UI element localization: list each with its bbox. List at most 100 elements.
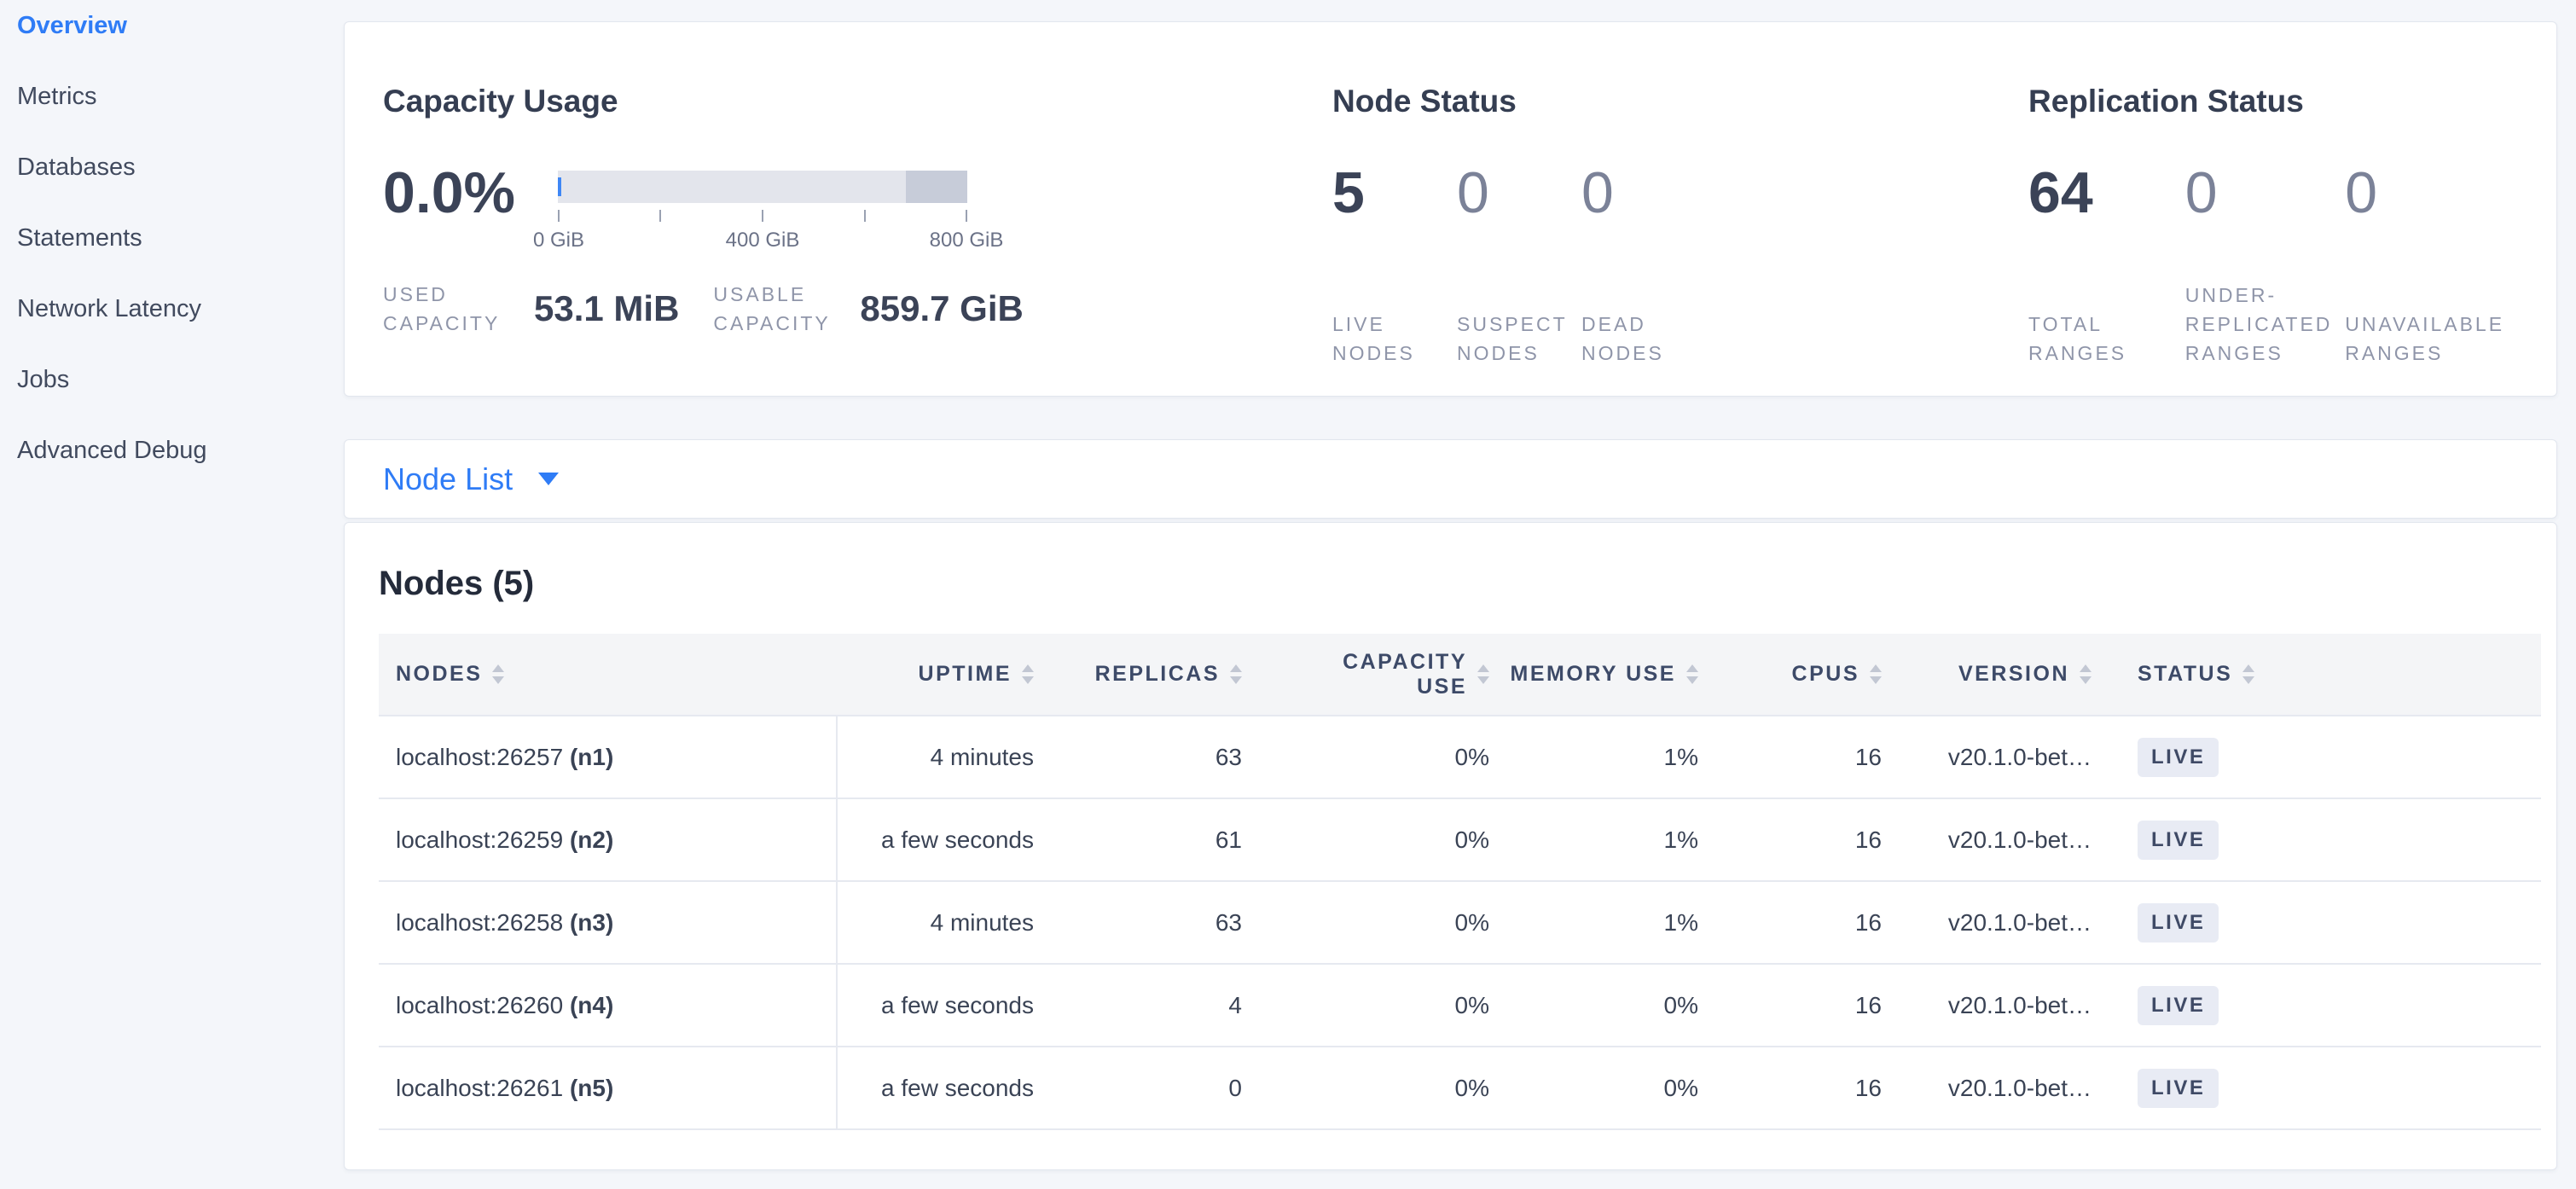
used-capacity-label: USED CAPACITY (383, 280, 515, 338)
column-header-nodes[interactable]: NODES (379, 634, 837, 716)
sidebar-item-network-latency[interactable]: Network Latency (17, 295, 341, 366)
status-badge: LIVE (2138, 903, 2219, 942)
node-memory-use: 0% (1498, 1047, 1707, 1129)
node-capacity-use: 0% (1250, 798, 1498, 881)
sidebar: Overview Metrics Databases Statements Ne… (0, 0, 341, 508)
capacity-bar-chart: 0 GiB 400 GiB 800 GiB (558, 171, 967, 203)
node-replicas: 61 (1046, 798, 1250, 881)
capacity-usage-title: Capacity Usage (383, 82, 1330, 121)
suspect-nodes-label: SUSPECT NODES (1457, 310, 1576, 368)
node-cpus: 16 (1707, 1047, 1890, 1129)
dead-nodes-value: 0 (1581, 159, 1752, 227)
under-replicated-ranges-label: UNDER-REPLICATED RANGES (2185, 281, 2346, 368)
node-version: v20.1.0-bet… (1890, 964, 2103, 1047)
node-cpus: 16 (1707, 716, 1890, 798)
status-badge: LIVE (2138, 821, 2219, 860)
capacity-usage-section: Capacity Usage 0.0% 0 GiB 400 GiB 800 Gi… (383, 22, 1330, 338)
sort-icon (1230, 664, 1242, 684)
capacity-bar-dark-segment (906, 171, 967, 203)
axis-label-0: 0 GiB (533, 229, 584, 252)
node-replicas: 0 (1046, 1047, 1250, 1129)
table-row-node-1[interactable]: localhost:26257 (n1) 4 minutes 63 0% 1% … (379, 716, 2541, 798)
column-header-replicas[interactable]: REPLICAS (1046, 634, 1250, 716)
node-list-dropdown[interactable]: Node List (383, 461, 559, 497)
node-id: (n2) (570, 826, 613, 853)
node-version: v20.1.0-bet… (1890, 881, 2103, 964)
table-row-node-3[interactable]: localhost:26258 (n3) 4 minutes 63 0% 1% … (379, 881, 2541, 964)
node-address: localhost:26257 (396, 744, 570, 770)
capacity-used-percent: 0.0% (383, 159, 515, 227)
column-header-uptime[interactable]: UPTIME (837, 634, 1046, 716)
sort-icon (1870, 664, 1882, 684)
column-header-cpus[interactable]: CPUS (1707, 634, 1890, 716)
usable-capacity-value: 859.7 GiB (860, 288, 1023, 329)
node-capacity-use: 0% (1250, 716, 1498, 798)
live-nodes-value: 5 (1332, 159, 1457, 227)
table-row-node-2[interactable]: localhost:26259 (n2) a few seconds 61 0%… (379, 798, 2541, 881)
sort-icon (2242, 664, 2254, 684)
total-ranges-label: TOTAL RANGES (2028, 310, 2156, 368)
sidebar-item-advanced-debug[interactable]: Advanced Debug (17, 437, 341, 508)
sort-icon (1686, 664, 1698, 684)
cluster-summary-card: Capacity Usage 0.0% 0 GiB 400 GiB 800 Gi… (344, 21, 2557, 397)
axis-label-800: 800 GiB (930, 229, 1004, 252)
live-nodes-label: LIVE NODES (1332, 310, 1457, 368)
unavailable-ranges-label: UNAVAILABLE RANGES (2345, 310, 2532, 368)
table-row-node-5[interactable]: localhost:26261 (n5) a few seconds 0 0% … (379, 1047, 2541, 1129)
axis-tick (558, 210, 560, 222)
node-status-title: Node Status (1332, 82, 2015, 121)
node-list-dropdown-label: Node List (383, 461, 513, 497)
view-selector-card: Node List (344, 439, 2557, 519)
column-header-memory-use[interactable]: MEMORY USE (1498, 634, 1707, 716)
under-replicated-ranges-metric: 0 UNDER-REPLICATED RANGES (2185, 159, 2346, 368)
axis-tick (966, 210, 967, 222)
nodes-table-heading: Nodes (5) (379, 562, 2538, 605)
column-header-capacity-use[interactable]: CAPACITY USE (1250, 634, 1498, 716)
node-memory-use: 1% (1498, 716, 1707, 798)
node-replicas: 4 (1046, 964, 1250, 1047)
node-version: v20.1.0-bet… (1890, 716, 2103, 798)
under-replicated-ranges-value: 0 (2185, 159, 2346, 227)
usable-capacity-label: USABLE CAPACITY (713, 280, 841, 338)
nodes-table-card: Nodes (5) NODES UPTIME REPLIC (344, 522, 2557, 1170)
unavailable-ranges-metric: 0 UNAVAILABLE RANGES (2345, 159, 2557, 368)
capacity-bar-used-marker (558, 177, 561, 196)
node-cpus: 16 (1707, 798, 1890, 881)
node-version: v20.1.0-bet… (1890, 798, 2103, 881)
chevron-down-icon (538, 473, 559, 485)
sort-icon (1022, 664, 1034, 684)
unavailable-ranges-value: 0 (2345, 159, 2557, 227)
sidebar-item-metrics[interactable]: Metrics (17, 83, 341, 154)
column-header-status[interactable]: STATUS (2103, 634, 2541, 716)
dead-nodes-metric: 0 DEAD NODES (1581, 159, 1752, 368)
node-replicas: 63 (1046, 881, 1250, 964)
node-replicas: 63 (1046, 716, 1250, 798)
used-capacity-value: 53.1 MiB (534, 288, 679, 329)
used-capacity-stat: USED CAPACITY 53.1 MiB (383, 280, 679, 338)
node-id: (n1) (570, 744, 613, 770)
total-ranges-metric: 64 TOTAL RANGES (2028, 159, 2185, 368)
node-cpus: 16 (1707, 964, 1890, 1047)
table-row-node-4[interactable]: localhost:26260 (n4) a few seconds 4 0% … (379, 964, 2541, 1047)
replication-status-section: Replication Status 64 TOTAL RANGES 0 UND… (2028, 22, 2557, 368)
node-id: (n3) (570, 909, 613, 936)
replication-status-title: Replication Status (2028, 82, 2557, 121)
axis-label-400: 400 GiB (726, 229, 800, 252)
sidebar-item-statements[interactable]: Statements (17, 224, 341, 295)
status-badge: LIVE (2138, 738, 2219, 777)
node-uptime: a few seconds (837, 798, 1046, 881)
sidebar-item-jobs[interactable]: Jobs (17, 366, 341, 437)
sidebar-item-databases[interactable]: Databases (17, 154, 341, 224)
node-address: localhost:26261 (396, 1075, 570, 1101)
node-memory-use: 1% (1498, 881, 1707, 964)
nodes-table: NODES UPTIME REPLICAS CAPACITY USE (379, 634, 2541, 1130)
node-uptime: 4 minutes (837, 881, 1046, 964)
node-uptime: a few seconds (837, 964, 1046, 1047)
sidebar-item-overview[interactable]: Overview (17, 12, 341, 83)
node-capacity-use: 0% (1250, 964, 1498, 1047)
node-cpus: 16 (1707, 881, 1890, 964)
node-memory-use: 0% (1498, 964, 1707, 1047)
dead-nodes-label: DEAD NODES (1581, 310, 1701, 368)
suspect-nodes-metric: 0 SUSPECT NODES (1457, 159, 1581, 368)
column-header-version[interactable]: VERSION (1890, 634, 2103, 716)
